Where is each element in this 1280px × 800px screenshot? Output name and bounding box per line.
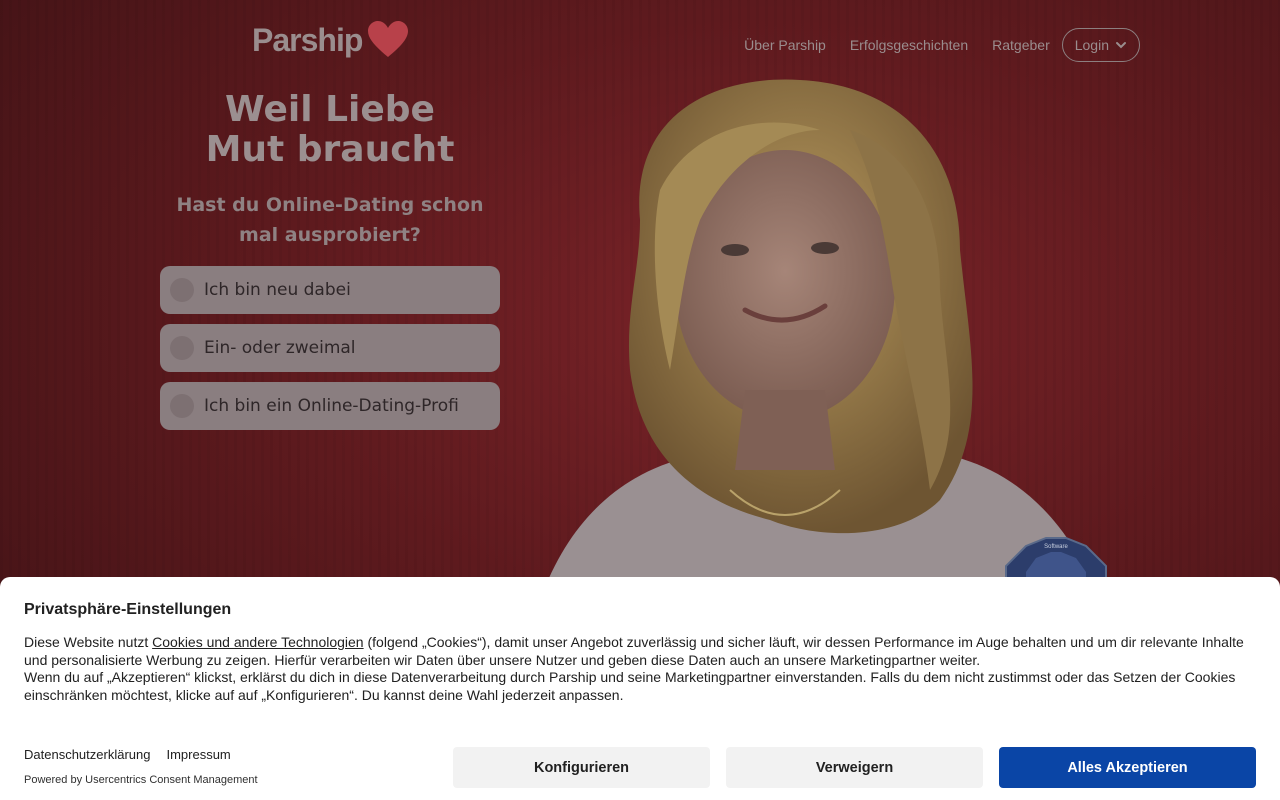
consent-footer-links: Datenschutzerklärung Impressum (24, 747, 231, 762)
option-label: Ich bin ein Online-Dating-Profi (204, 396, 459, 416)
quiz-question: Hast du Online-Dating schon mal ausprobi… (176, 194, 484, 246)
quiz-options: Ich bin neu dabei Ein- oder zweimal Ich … (160, 266, 500, 440)
deny-button[interactable]: Verweigern (726, 747, 983, 788)
consent-text-intro: Diese Website nutzt (24, 634, 153, 650)
quiz-option-once-twice[interactable]: Ein- oder zweimal (160, 324, 500, 372)
option-label: Ein- oder zweimal (204, 338, 356, 358)
nav-link-about[interactable]: Über Parship (744, 37, 826, 53)
imprint-link[interactable]: Impressum (166, 747, 230, 762)
headline-line-2: Mut braucht (205, 129, 455, 170)
heart-icon (368, 20, 409, 57)
option-label: Ich bin neu dabei (204, 280, 351, 300)
consent-text-second: Wenn du auf „Akzeptieren“ klickst, erklä… (24, 669, 1236, 703)
configure-button[interactable]: Konfigurieren (453, 747, 710, 788)
accept-all-button[interactable]: Alles Akzeptieren (999, 747, 1256, 788)
radio-button[interactable] (170, 278, 194, 302)
main-nav: Über Parship Erfolgsgeschichten Ratgeber… (744, 28, 1140, 62)
privacy-policy-link[interactable]: Datenschutzerklärung (24, 747, 150, 762)
radio-button[interactable] (170, 394, 194, 418)
radio-button[interactable] (170, 336, 194, 360)
consent-text: Diese Website nutzt Cookies und andere T… (24, 634, 1256, 704)
parship-logo[interactable]: Parship (252, 20, 410, 59)
site-header: Parship Über Parship Erfolgsgeschichten … (0, 0, 1280, 90)
login-button[interactable]: Login (1061, 28, 1140, 62)
logo-text: Parship (252, 22, 363, 58)
headline-line-1: Weil Liebe (225, 89, 435, 130)
hero-headline: Weil Liebe Mut braucht (160, 90, 500, 170)
cookie-consent-banner: Privatsphäre-Einstellungen Diese Website… (0, 577, 1280, 800)
cookies-technologies-link[interactable]: Cookies und andere Technologien (152, 634, 363, 650)
powered-by-text: Powered by Usercentrics Consent Manageme… (24, 774, 258, 786)
chevron-down-icon (1116, 42, 1126, 49)
hero-portrait-image (520, 70, 1120, 600)
nav-link-guide[interactable]: Ratgeber (992, 37, 1050, 53)
quiz-option-pro[interactable]: Ich bin ein Online-Dating-Profi (160, 382, 500, 430)
nav-link-success-stories[interactable]: Erfolgsgeschichten (850, 37, 968, 53)
consent-title: Privatsphäre-Einstellungen (24, 601, 232, 618)
quiz-option-new[interactable]: Ich bin neu dabei (160, 266, 500, 314)
badge-text: Software (1044, 544, 1068, 550)
login-label: Login (1074, 37, 1109, 53)
